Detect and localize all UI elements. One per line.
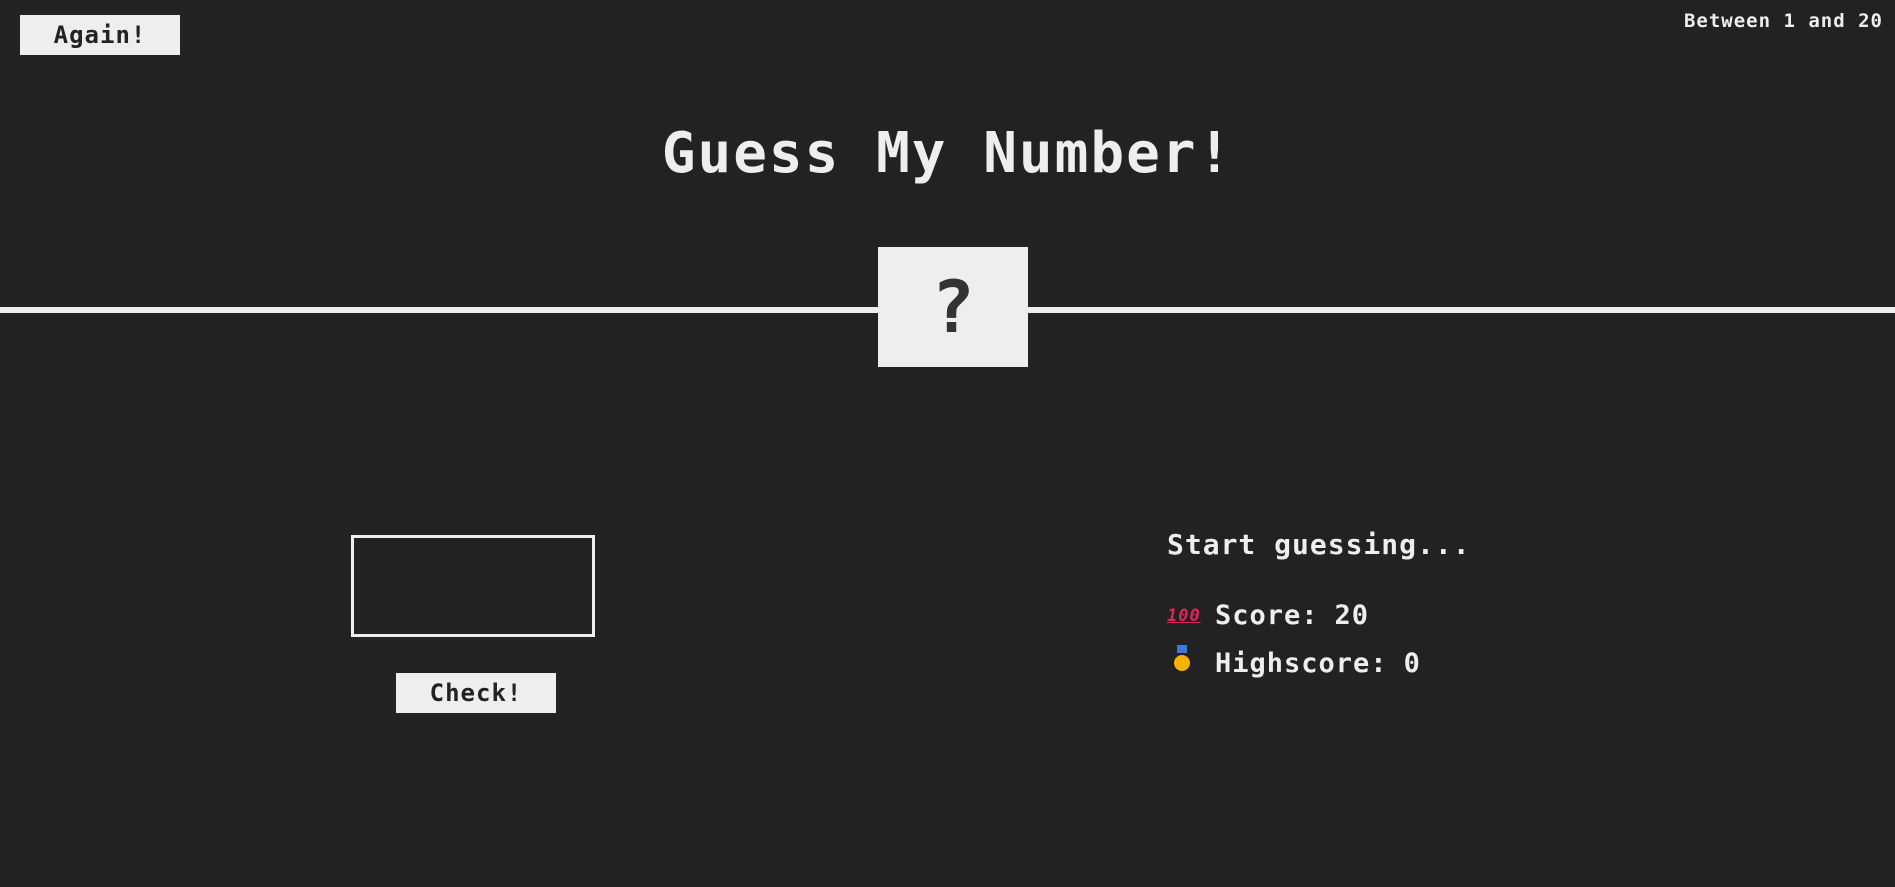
highscore-label: Highscore:	[1215, 648, 1388, 679]
hundred-points-icon: 100	[1167, 605, 1201, 626]
score-label: Score:	[1215, 600, 1319, 631]
score-row: 100 Score: 20	[1167, 600, 1369, 631]
highscore-row: Highscore: 0	[1167, 645, 1421, 679]
game-page: Again! Between 1 and 20 Guess My Number!…	[0, 0, 1895, 887]
score-value: 20	[1334, 600, 1370, 631]
secret-number: ?	[931, 265, 975, 349]
guess-input[interactable]	[351, 535, 595, 637]
range-hint: Between 1 and 20	[1683, 10, 1883, 32]
page-title: Guess My Number!	[661, 121, 1234, 186]
status-message: Start guessing...	[1167, 528, 1471, 561]
check-button[interactable]: Check!	[396, 673, 556, 713]
again-button[interactable]: Again!	[20, 15, 180, 55]
medal-icon	[1167, 645, 1197, 676]
highscore-value: 0	[1403, 648, 1421, 679]
secret-number-box: ?	[878, 247, 1028, 367]
